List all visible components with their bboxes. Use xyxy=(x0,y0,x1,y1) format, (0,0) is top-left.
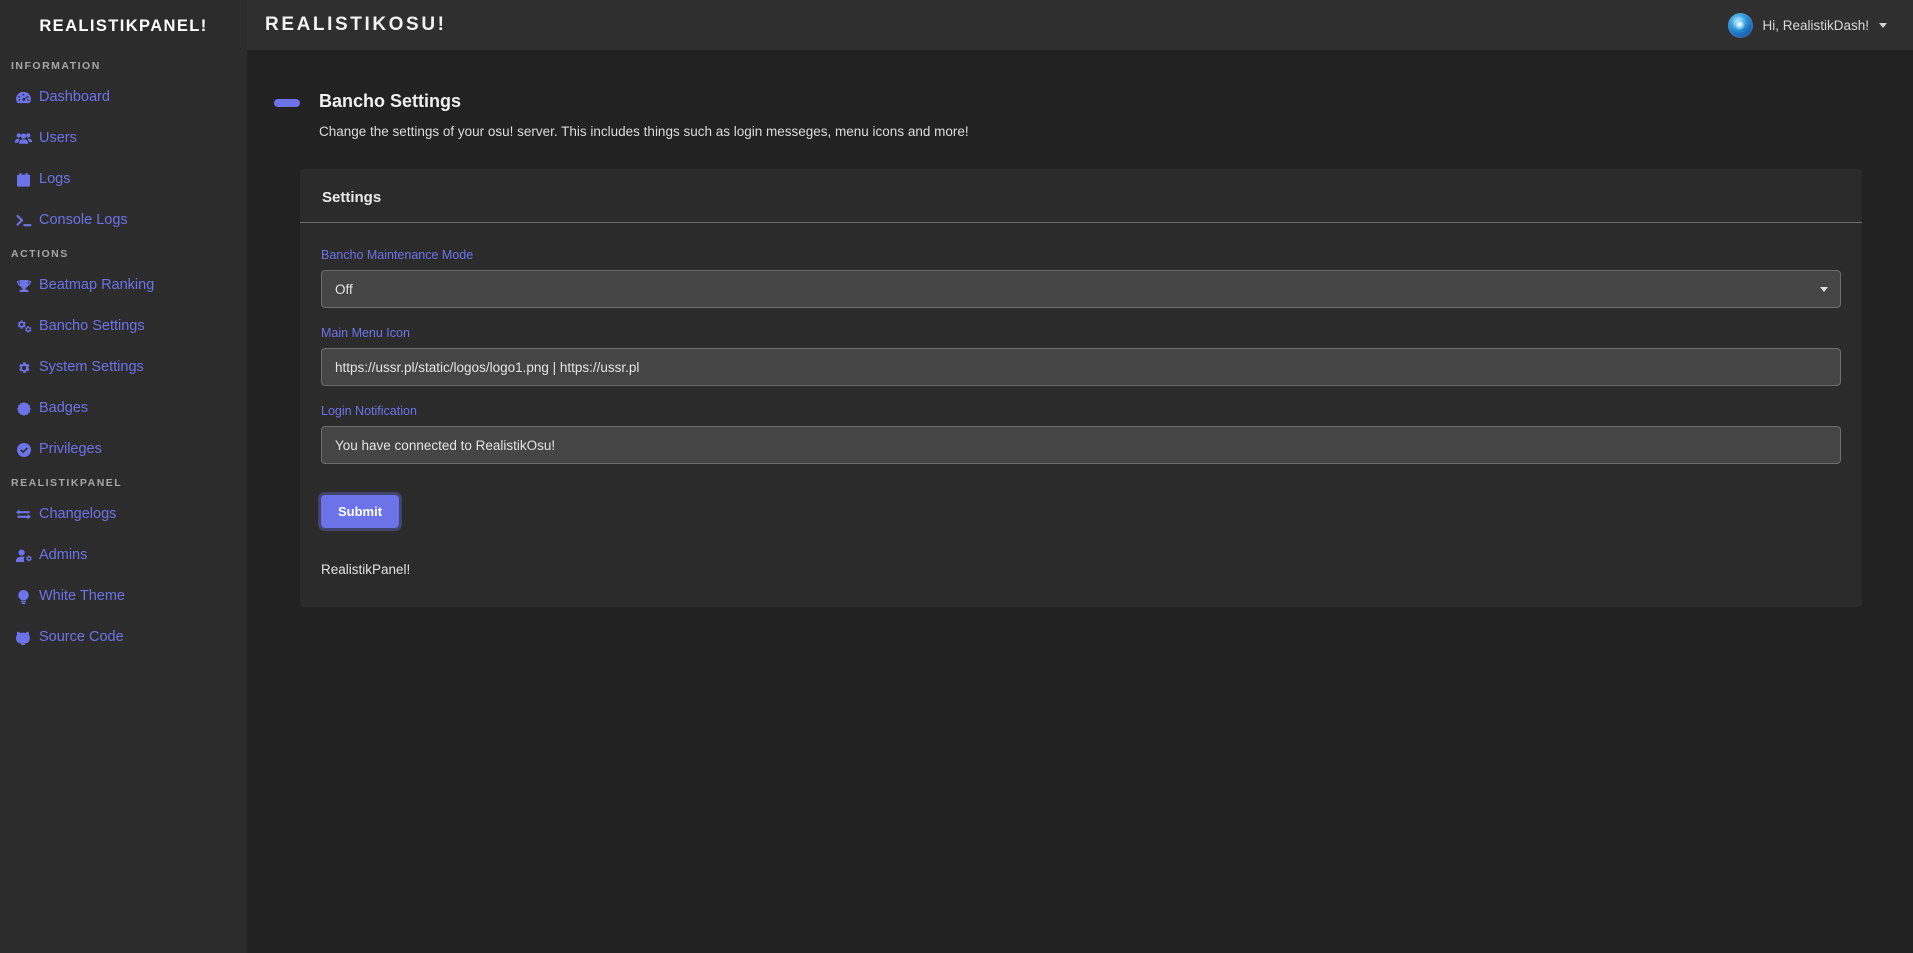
sidebar-section-realistikpanel-title: REALISTIKPANEL xyxy=(11,477,123,489)
field-bancho-maintenance-mode: Bancho Maintenance Mode Off On xyxy=(321,248,1841,309)
sidebar-item-admins[interactable]: Admins xyxy=(0,542,247,569)
sidebar-item-label: Bancho Settings xyxy=(39,318,145,335)
field-login-notification: Login Notification xyxy=(321,404,1841,465)
github-icon xyxy=(15,630,32,645)
bancho-maintenance-select[interactable]: Off On xyxy=(321,270,1841,309)
sidebar-item-label: White Theme xyxy=(39,588,125,605)
sidebar-item-changelogs[interactable]: Changelogs xyxy=(0,501,247,528)
field-label: Main Menu Icon xyxy=(321,326,410,341)
lightbulb-icon xyxy=(15,589,32,604)
page-subtitle: Change the settings of your osu! server.… xyxy=(319,124,969,140)
check-circle-icon xyxy=(15,442,32,457)
sidebar-item-privileges[interactable]: Privileges xyxy=(0,436,247,463)
sidebar-item-label: Changelogs xyxy=(39,506,117,523)
page-header: Bancho Settings Change the settings of y… xyxy=(273,90,1887,142)
users-icon xyxy=(15,131,32,146)
sidebar-brand-label: REALISTIKPANEL! xyxy=(39,16,208,35)
terminal-icon xyxy=(15,213,32,228)
main-menu-icon-input[interactable] xyxy=(321,348,1841,387)
settings-card-header: Settings xyxy=(300,169,1862,224)
sidebar-item-label: Users xyxy=(39,130,77,147)
clipboard-icon xyxy=(15,172,32,187)
settings-form: Bancho Maintenance Mode Off On Main Menu… xyxy=(300,223,1862,577)
submit-button[interactable]: Submit xyxy=(321,495,400,529)
sidebar-item-label: System Settings xyxy=(39,359,144,376)
sidebar-item-bancho-settings[interactable]: Bancho Settings xyxy=(0,313,247,340)
gear-icon xyxy=(15,360,32,375)
field-label: Bancho Maintenance Mode xyxy=(321,248,474,263)
sidebar-item-label: Dashboard xyxy=(39,89,110,106)
sidebar-item-system-settings[interactable]: System Settings xyxy=(0,354,247,381)
card-footer-text: RealistikPanel! xyxy=(321,562,411,578)
topbar: REALISTIKOSU! Hi, RealistikDash! xyxy=(247,0,1913,50)
settings-card-title: Settings xyxy=(322,189,382,207)
sidebar-item-label: Console Logs xyxy=(39,212,128,229)
sidebar-item-users[interactable]: Users xyxy=(0,125,247,152)
sidebar-item-console-logs[interactable]: Console Logs xyxy=(0,207,247,234)
user-menu[interactable]: Hi, RealistikDash! xyxy=(1728,12,1887,38)
page-title: Bancho Settings xyxy=(319,91,462,111)
sidebar-item-label: Privileges xyxy=(39,441,102,458)
topbar-title: REALISTIKOSU! xyxy=(265,14,447,35)
sidebar-item-label: Beatmap Ranking xyxy=(39,277,155,294)
sidebar-item-label: Logs xyxy=(39,171,71,188)
sidebar-section-information-title: INFORMATION xyxy=(11,60,101,72)
sidebar-brand[interactable]: REALISTIKPANEL! xyxy=(0,0,247,52)
sidebar: REALISTIKPANEL! INFORMATION Dashboard Us… xyxy=(0,0,247,953)
page-content: Bancho Settings Change the settings of y… xyxy=(247,50,1913,608)
sidebar-item-label: Admins xyxy=(39,547,88,564)
tachometer-icon xyxy=(15,90,32,105)
login-notification-input[interactable] xyxy=(321,426,1841,465)
sidebar-item-white-theme[interactable]: White Theme xyxy=(0,583,247,610)
field-main-menu-icon: Main Menu Icon xyxy=(321,326,1841,387)
page-title-accent-bar xyxy=(274,99,300,107)
sidebar-item-badges[interactable]: Badges xyxy=(0,395,247,422)
cogs-icon xyxy=(15,319,32,334)
user-cog-icon xyxy=(15,548,32,563)
chevron-down-icon xyxy=(1879,22,1887,28)
certificate-icon xyxy=(15,401,32,416)
field-label: Login Notification xyxy=(321,404,417,419)
exchange-icon xyxy=(15,507,32,522)
sidebar-item-label: Source Code xyxy=(39,629,124,646)
app-root: REALISTIKPANEL! INFORMATION Dashboard Us… xyxy=(0,0,1913,953)
sidebar-item-source-code[interactable]: Source Code xyxy=(0,624,247,651)
sidebar-item-beatmap-ranking[interactable]: Beatmap Ranking xyxy=(0,272,247,299)
sidebar-item-dashboard[interactable]: Dashboard xyxy=(0,84,247,111)
avatar xyxy=(1728,12,1754,38)
sidebar-item-logs[interactable]: Logs xyxy=(0,166,247,193)
sidebar-item-label: Badges xyxy=(39,400,89,417)
main-area: REALISTIKOSU! Hi, RealistikDash! Bancho … xyxy=(247,0,1913,953)
settings-card: Settings Bancho Maintenance Mode Off On xyxy=(300,169,1862,608)
user-greeting: Hi, RealistikDash! xyxy=(1762,17,1869,33)
sidebar-section-actions-title: ACTIONS xyxy=(11,248,69,260)
trophy-icon xyxy=(15,278,32,293)
